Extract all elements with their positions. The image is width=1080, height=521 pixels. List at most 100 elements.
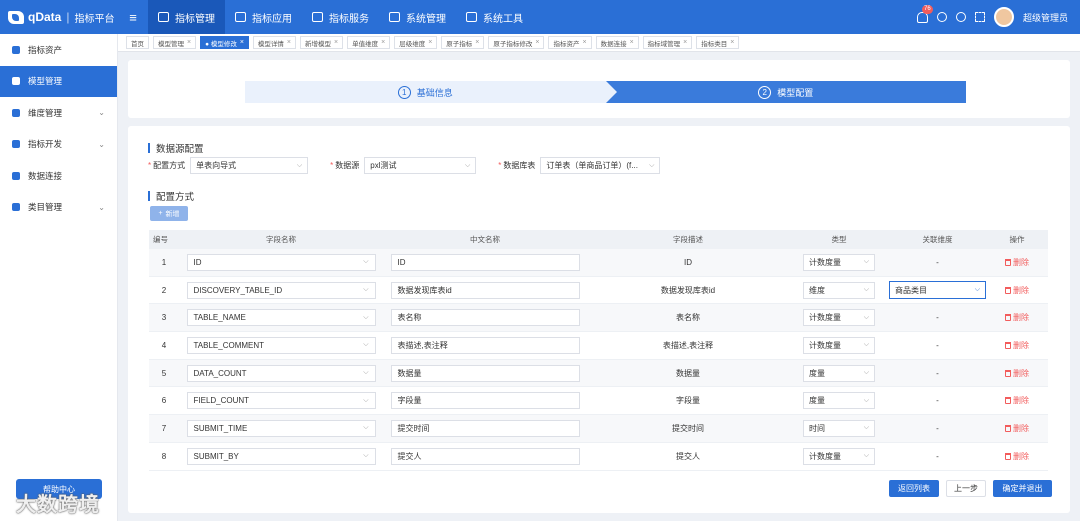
- chinese-name-input[interactable]: 字段量: [390, 392, 580, 410]
- chinese-name-cell: 表名称: [383, 304, 587, 331]
- close-icon[interactable]: ×: [287, 39, 291, 46]
- sidebar-item-4[interactable]: 数据连接: [0, 160, 117, 192]
- tab-8[interactable]: 原子指标修改 ×: [488, 36, 545, 49]
- avatar[interactable]: [993, 7, 1014, 27]
- chinese-name-input[interactable]: 表名称: [390, 309, 580, 327]
- step-label: 基础信息: [416, 87, 453, 98]
- delete-button[interactable]: 删除: [1005, 423, 1029, 434]
- type-select[interactable]: 度量 ⌵: [803, 392, 875, 410]
- tab-3[interactable]: 模型详情 ×: [252, 36, 297, 49]
- close-icon[interactable]: ×: [630, 39, 634, 46]
- chinese-name-cell: 数据量: [383, 360, 587, 387]
- back-to-list-button[interactable]: 返回列表: [889, 480, 939, 497]
- table-select[interactable]: 订单表（单商品订单）(f... ⌵: [540, 157, 661, 174]
- close-icon[interactable]: ×: [381, 39, 385, 46]
- field-name-select[interactable]: TABLE_NAME ⌵: [186, 309, 376, 327]
- sidebar-item-5[interactable]: 类目管理 ⌄: [0, 192, 117, 224]
- bell-icon[interactable]: 76: [916, 4, 933, 23]
- step-0[interactable]: 1 基础信息: [245, 81, 616, 103]
- search-icon[interactable]: [955, 12, 966, 22]
- delete-button[interactable]: 删除: [1005, 340, 1029, 351]
- field-name-select[interactable]: DATA_COUNT ⌵: [186, 364, 376, 382]
- field-name-select[interactable]: SUBMIT_TIME ⌵: [186, 419, 376, 437]
- close-icon[interactable]: ×: [334, 39, 338, 46]
- step-label: 模型配置: [777, 87, 814, 98]
- chinese-name-input[interactable]: 数据发现库表id: [390, 281, 580, 299]
- logo-separator: |: [66, 10, 70, 24]
- config-mode-select[interactable]: 单表向导式 ⌵: [190, 157, 309, 174]
- sidebar-item-3[interactable]: 指标开发 ⌄: [0, 129, 117, 161]
- field-description: 表名称: [676, 313, 700, 323]
- field-name-select[interactable]: TABLE_COMMENT ⌵: [186, 336, 376, 354]
- close-icon[interactable]: ×: [475, 39, 479, 46]
- tab-6[interactable]: 层级维度 ×: [394, 36, 438, 49]
- tab-10[interactable]: 数据连接 ×: [595, 36, 639, 49]
- menu-collapse-icon[interactable]: ≡: [118, 10, 148, 25]
- top-nav-item-2[interactable]: 指标服务: [302, 0, 379, 34]
- close-icon[interactable]: ×: [730, 39, 734, 46]
- close-icon[interactable]: ×: [428, 39, 432, 46]
- dimension-select[interactable]: 商品类目 ⌵: [889, 281, 986, 300]
- close-icon[interactable]: ×: [582, 39, 586, 46]
- chevron-down-icon: ⌵: [863, 341, 869, 349]
- delete-button[interactable]: 删除: [1005, 285, 1029, 296]
- close-icon[interactable]: ×: [535, 39, 539, 46]
- datasource-select[interactable]: pxl测试 ⌵: [364, 157, 477, 174]
- chevron-down-icon: ⌵: [974, 286, 980, 294]
- tab-1[interactable]: 模型管理 ×: [153, 36, 197, 49]
- prev-step-button[interactable]: 上一步: [946, 480, 986, 497]
- sidebar-item-2[interactable]: 维度管理 ⌄: [0, 97, 117, 129]
- tab-12[interactable]: 指标类目 ×: [696, 36, 740, 49]
- tab-9[interactable]: 指标资产 ×: [548, 36, 592, 49]
- config-mode-value: 单表向导式: [196, 161, 237, 170]
- sidebar-item-0[interactable]: 指标资产: [0, 34, 117, 66]
- chinese-name-input[interactable]: 数据量: [390, 364, 580, 382]
- tab-5[interactable]: 单值维度 ×: [347, 36, 391, 49]
- app-logo[interactable]: qData | 指标平台: [0, 10, 118, 25]
- top-nav-item-0[interactable]: 指标管理: [148, 0, 225, 34]
- tab-7[interactable]: 原子指标 ×: [441, 36, 485, 49]
- sidebar-item-label: 指标资产: [28, 44, 63, 55]
- top-nav-item-3[interactable]: 系统管理: [379, 0, 456, 34]
- chinese-name-input[interactable]: 提交时间: [390, 419, 580, 437]
- sidebar-item-1[interactable]: 模型管理: [0, 65, 117, 97]
- tab-0[interactable]: 首页: [126, 36, 149, 49]
- field-name-select[interactable]: DISCOVERY_TABLE_ID ⌵: [186, 281, 376, 299]
- chinese-name-value: 数据发现库表id: [397, 285, 452, 295]
- chinese-name-input[interactable]: 提交人: [390, 447, 580, 465]
- type-select[interactable]: 维度 ⌵: [803, 281, 875, 299]
- type-select[interactable]: 度量 ⌵: [803, 364, 875, 382]
- chinese-name-value: 表名称: [397, 313, 422, 323]
- top-nav-item-1[interactable]: 指标应用: [225, 0, 302, 34]
- delete-button[interactable]: 删除: [1005, 257, 1029, 268]
- type-select[interactable]: 计数度量 ⌵: [803, 309, 875, 327]
- field-description: 提交人: [676, 451, 700, 461]
- delete-button[interactable]: 删除: [1005, 395, 1029, 406]
- confirm-exit-button[interactable]: 确定并退出: [993, 480, 1052, 497]
- top-nav-item-4[interactable]: 系统工具: [456, 0, 533, 34]
- tab-2[interactable]: ● 模型修改 ×: [200, 36, 249, 49]
- trash-icon: [1005, 341, 1011, 349]
- type-select[interactable]: 时间 ⌵: [803, 419, 875, 437]
- step-1[interactable]: 2 模型配置: [605, 81, 966, 103]
- fullscreen-icon[interactable]: [974, 12, 985, 22]
- field-name-select[interactable]: SUBMIT_BY ⌵: [186, 447, 376, 465]
- close-icon[interactable]: ×: [240, 39, 244, 46]
- refresh-icon[interactable]: [936, 12, 947, 22]
- delete-button[interactable]: 删除: [1005, 312, 1029, 323]
- field-name-select[interactable]: FIELD_COUNT ⌵: [186, 392, 376, 410]
- user-name[interactable]: 超级管理员: [1023, 11, 1068, 24]
- close-icon[interactable]: ×: [683, 39, 687, 46]
- type-select[interactable]: 计数度量 ⌵: [803, 447, 875, 465]
- chinese-name-input[interactable]: 表描述,表注释: [390, 336, 580, 354]
- delete-button[interactable]: 删除: [1005, 451, 1029, 462]
- add-button[interactable]: + 新增: [150, 206, 188, 221]
- tab-11[interactable]: 指标域管理 ×: [642, 36, 693, 49]
- tab-4[interactable]: 新增模型 ×: [300, 36, 344, 49]
- field-name-select[interactable]: ID ⌵: [186, 253, 376, 271]
- close-icon[interactable]: ×: [187, 39, 191, 46]
- chinese-name-input[interactable]: ID: [390, 253, 580, 271]
- type-select[interactable]: 计数度量 ⌵: [803, 253, 875, 271]
- delete-button[interactable]: 删除: [1005, 368, 1029, 379]
- type-select[interactable]: 计数度量 ⌵: [803, 336, 875, 354]
